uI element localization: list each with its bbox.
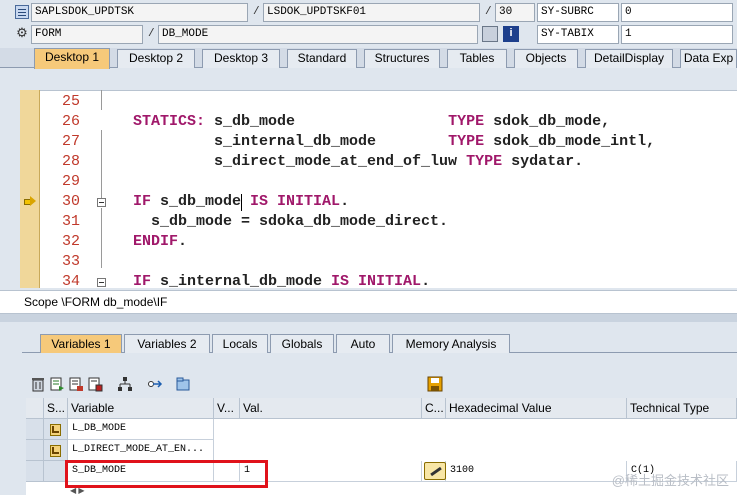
column-header-value[interactable]: Val.: [240, 398, 422, 419]
folder-icon[interactable]: [175, 376, 191, 392]
delete-icon[interactable]: [30, 376, 46, 392]
table-row-variable[interactable]: L_DIRECT_MODE_AT_EN...: [68, 440, 214, 461]
highlight-annotation-box: [65, 460, 268, 488]
save-variables-icon[interactable]: [87, 376, 103, 392]
line-number: 32: [61, 233, 80, 250]
code-line-32: ENDIF.: [133, 233, 188, 250]
fold-column: [84, 90, 112, 288]
include-field[interactable]: LSDOK_UPDTSKF01: [263, 3, 480, 22]
fold-guide: [101, 208, 102, 268]
code-line-28: s_direct_mode_at_end_of_luw TYPE sydatar…: [133, 153, 584, 170]
collapse-block-icon[interactable]: [97, 278, 106, 287]
save-icon[interactable]: [427, 376, 443, 392]
fold-guide: [101, 130, 102, 200]
tab-variables-2[interactable]: Variables 2: [124, 334, 210, 353]
breakpoint-gutter[interactable]: [20, 90, 40, 288]
row-selector[interactable]: [26, 461, 44, 482]
local-variable-icon: [49, 444, 61, 457]
sy-tabix-value[interactable]: 1: [621, 25, 733, 44]
edit-pencil-icon[interactable]: [424, 462, 446, 480]
line-number: 33: [61, 253, 80, 270]
table-row-variable[interactable]: L_DB_MODE: [68, 419, 214, 440]
text-cursor: [241, 194, 242, 211]
horizontal-scroll-arrows-icon[interactable]: ◀ ▶: [70, 487, 110, 495]
scope-indicator: Scope \FORM db_mode\IF: [0, 290, 737, 314]
event-type-icon: ⚙: [16, 25, 28, 40]
code-line-31: s_db_mode = sdoka_db_mode_direct.: [133, 213, 449, 230]
column-header-status[interactable]: S...: [44, 398, 68, 419]
program-icon: [15, 5, 29, 19]
line-number: 30: [61, 193, 80, 210]
local-variable-icon: [49, 423, 61, 436]
tab-standard[interactable]: Standard: [287, 49, 357, 68]
table-row-hex-value: 3100: [446, 461, 627, 482]
line-number: 31: [61, 213, 80, 230]
column-header-value-display[interactable]: V...: [214, 398, 240, 419]
tab-auto[interactable]: Auto: [336, 334, 390, 353]
debugger-status-bar: SAPLSDOK_UPDTSK / LSDOK_UPDTSKF01 / 30 S…: [0, 0, 737, 46]
line-number: 25: [61, 93, 80, 110]
event-type-field[interactable]: FORM: [31, 25, 143, 44]
sy-subrc-value[interactable]: 0: [621, 3, 733, 22]
tab-structures[interactable]: Structures: [364, 49, 440, 68]
program-field[interactable]: SAPLSDOK_UPDTSK: [31, 3, 248, 22]
tab-memory-analysis[interactable]: Memory Analysis: [392, 334, 510, 353]
event-name-field[interactable]: DB_MODE: [158, 25, 478, 44]
fold-guide: [101, 90, 102, 110]
import-variables-icon[interactable]: [49, 376, 65, 392]
tab-globals[interactable]: Globals: [270, 334, 334, 353]
code-line-34: IF s_internal_db_mode IS INITIAL.: [133, 273, 431, 290]
info-icon[interactable]: i: [503, 26, 519, 42]
tab-desktop-1[interactable]: Desktop 1: [34, 48, 110, 69]
line-number: 26: [61, 113, 80, 130]
column-header-variable[interactable]: Variable: [68, 398, 214, 419]
tab-locals[interactable]: Locals: [212, 334, 268, 353]
code-line-26: STATICS: s_db_mode TYPE sdok_db_mode,: [133, 113, 611, 130]
row-selector[interactable]: [26, 440, 44, 461]
watermark: @稀土掘金技术社区: [611, 473, 729, 488]
row-selector[interactable]: [26, 419, 44, 440]
desktop-tab-strip: Desktop 1 Desktop 2 Desktop 3 Standard S…: [0, 48, 737, 69]
tab-variables-1[interactable]: Variables 1: [40, 334, 122, 353]
column-header-change[interactable]: C...: [422, 398, 446, 419]
sy-tabix-label: SY-TABIX: [537, 25, 619, 44]
pane-splitter[interactable]: [0, 314, 737, 322]
hierarchy-icon[interactable]: [117, 376, 133, 392]
line-numbers: 25 26 27 28 29 30 31 32 33 34: [40, 90, 84, 290]
separator: /: [253, 6, 260, 18]
display-source-icon[interactable]: [482, 26, 498, 42]
column-header-technical-type[interactable]: Technical Type: [627, 398, 737, 419]
navigate-icon[interactable]: [147, 376, 163, 392]
column-header-hex-value[interactable]: Hexadecimal Value: [446, 398, 627, 419]
collapse-block-icon[interactable]: [97, 198, 106, 207]
code-line-27: s_internal_db_mode TYPE sdok_db_mode_int…: [133, 133, 656, 150]
line-number: 34: [61, 273, 80, 290]
export-variables-icon[interactable]: [68, 376, 84, 392]
tab-objects[interactable]: Objects: [514, 49, 578, 68]
line-number: 29: [61, 173, 80, 190]
column-header-row-selector: [26, 398, 44, 419]
line-number: 27: [61, 133, 80, 150]
tab-tables[interactable]: Tables: [447, 49, 507, 68]
separator: /: [485, 6, 492, 18]
sy-subrc-label: SY-SUBRC: [537, 3, 619, 22]
line-number: 28: [61, 153, 80, 170]
separator: /: [148, 28, 155, 40]
tab-detail-display[interactable]: DetailDisplay: [585, 49, 673, 68]
tab-desktop-3[interactable]: Desktop 3: [202, 49, 280, 68]
tab-desktop-2[interactable]: Desktop 2: [117, 49, 195, 68]
tab-data-explorer[interactable]: Data Exp: [680, 49, 737, 68]
line-number-field[interactable]: 30: [495, 3, 535, 22]
current-line-arrow-icon: [24, 196, 36, 206]
